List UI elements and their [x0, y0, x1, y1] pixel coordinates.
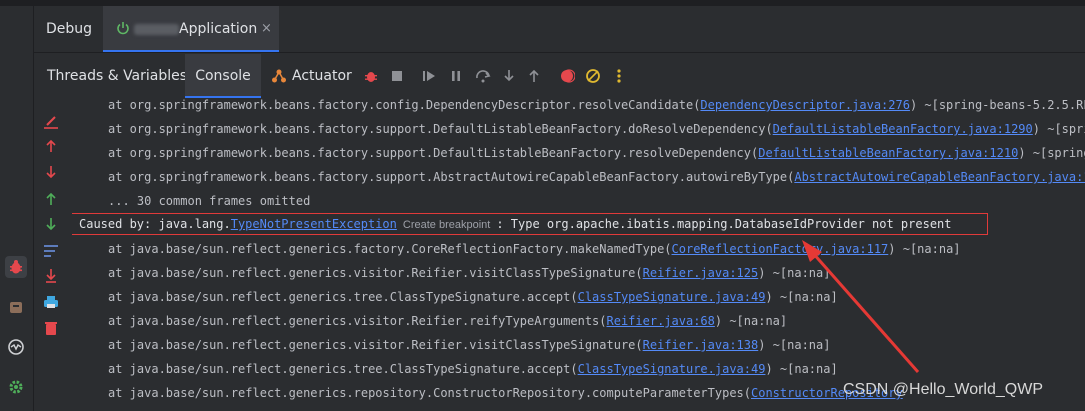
stack-frame-line: at org.springframework.beans.factory.sup…	[108, 146, 1085, 160]
stack-frame-line: at java.base/sun.reflect.generics.reposi…	[108, 386, 903, 400]
stack-frame-line: at java.base/sun.reflect.generics.visito…	[108, 266, 831, 280]
source-link[interactable]: Reifier.java:68	[607, 314, 715, 328]
source-link[interactable]: DefaultListableBeanFactory.java:1290	[773, 122, 1033, 136]
source-link[interactable]: AbstractAutowireCapableBeanFactory.java:…	[794, 170, 1085, 184]
pause-icon[interactable]	[447, 67, 465, 85]
delete-icon[interactable]	[43, 320, 59, 336]
print-icon[interactable]	[43, 294, 59, 310]
run-config-tab-label: Application	[179, 21, 258, 37]
create-breakpoint-link[interactable]: Create breakpoint	[403, 219, 490, 231]
step-into-icon[interactable]	[500, 67, 518, 85]
source-link[interactable]: DefaultListableBeanFactory.java:1210	[758, 146, 1018, 160]
stack-frame-line: at java.base/sun.reflect.generics.visito…	[108, 338, 831, 352]
stack-frame-line: at org.springframework.beans.factory.sup…	[108, 168, 1085, 186]
stack-frame-line: at java.base/sun.reflect.generics.tree.C…	[108, 290, 838, 304]
settings-gear-icon[interactable]	[5, 376, 27, 398]
source-link[interactable]: ClassTypeSignature.java:49	[578, 290, 766, 304]
left-tool-stripe	[0, 6, 34, 411]
frames-omitted-line: ... 30 common frames omitted	[108, 194, 311, 208]
tab-actuator-label: Actuator	[292, 68, 352, 84]
tab-actuator[interactable]: Actuator	[270, 54, 352, 98]
actuator-icon	[270, 67, 288, 85]
source-link[interactable]: CoreReflectionFactory.java:117	[672, 242, 889, 256]
more-options-icon[interactable]	[610, 67, 628, 85]
soft-wrap-icon[interactable]	[43, 243, 59, 259]
source-link[interactable]: ClassTypeSignature.java:49	[578, 362, 766, 376]
debug-tool-icon[interactable]	[5, 256, 27, 278]
resume-icon[interactable]	[420, 67, 438, 85]
power-icon	[116, 20, 130, 39]
source-link[interactable]: DependencyDescriptor.java:276	[700, 98, 910, 112]
run-config-tab[interactable]: Application ×	[103, 6, 279, 52]
up-icon[interactable]	[43, 191, 59, 207]
arrow-down-icon[interactable]	[43, 164, 59, 180]
stack-frame-line: at java.base/sun.reflect.generics.tree.C…	[108, 362, 838, 376]
stack-frame-line: at java.base/sun.reflect.generics.factor…	[108, 242, 961, 256]
debug-tool-window: Debug Application × Threads & Variables …	[34, 6, 1085, 411]
source-link[interactable]: Reifier.java:125	[643, 266, 759, 280]
caused-by-line: Caused by: java.lang.TypeNotPresentExcep…	[79, 217, 952, 231]
tool-window-header: Debug Application ×	[34, 6, 1085, 53]
redacted-name	[134, 24, 179, 35]
debugger-tabs: Threads & Variables Console Actuator	[34, 54, 1085, 98]
view-breakpoints-icon[interactable]	[558, 67, 576, 85]
debug-title: Debug	[46, 21, 93, 37]
mute-breakpoints-icon[interactable]	[584, 67, 602, 85]
stop-icon[interactable]	[388, 67, 406, 85]
stack-frame-line: at org.springframework.beans.factory.sup…	[108, 122, 1085, 136]
services-tool-icon[interactable]	[5, 296, 27, 318]
arrow-up-icon[interactable]	[43, 138, 59, 154]
clear-icon[interactable]	[43, 114, 59, 130]
tab-threads-variables[interactable]: Threads & Variables	[47, 54, 187, 98]
down-icon[interactable]	[43, 216, 59, 232]
close-icon[interactable]: ×	[261, 21, 272, 36]
exception-link[interactable]: TypeNotPresentException	[231, 217, 397, 231]
source-link[interactable]: Reifier.java:138	[643, 338, 759, 352]
bug-icon[interactable]	[362, 67, 380, 85]
watermark: CSDN @Hello_World_QWP	[843, 381, 1043, 398]
caused-by-highlight: Caused by: java.lang.TypeNotPresentExcep…	[72, 213, 988, 235]
console-gutter	[34, 98, 72, 411]
stack-frame-line: at org.springframework.beans.factory.con…	[108, 98, 1085, 112]
console-output[interactable]: at org.springframework.beans.factory.con…	[72, 98, 1085, 411]
scroll-to-end-icon[interactable]	[43, 268, 59, 284]
stack-frame-line: at java.base/sun.reflect.generics.visito…	[108, 314, 788, 328]
endpoints-tool-icon[interactable]	[5, 336, 27, 358]
tab-console[interactable]: Console	[185, 54, 261, 98]
step-over-icon[interactable]	[474, 67, 492, 85]
step-out-icon[interactable]	[525, 67, 543, 85]
